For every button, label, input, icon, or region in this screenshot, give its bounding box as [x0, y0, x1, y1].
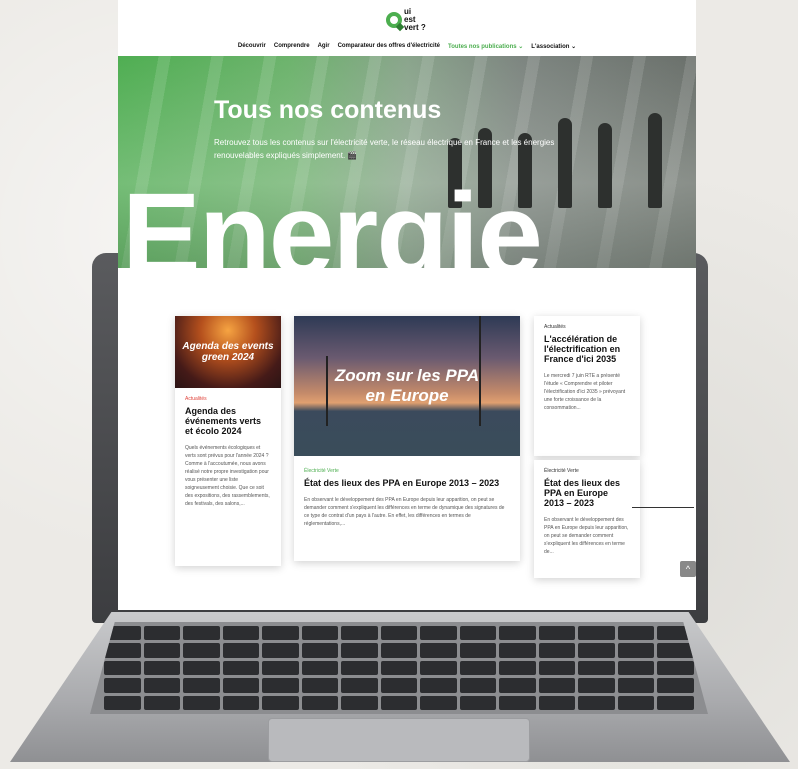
- article-card[interactable]: Actualités L'accélération de l'électrifi…: [534, 316, 640, 456]
- nav-item-association[interactable]: L'association ⌄: [531, 43, 576, 50]
- article-title[interactable]: Agenda des événements verts et écolo 202…: [185, 406, 271, 436]
- logo-text: ui est vert ?: [404, 8, 426, 32]
- site-header: ui est vert ? Découvrir Comprendre Agir …: [118, 0, 696, 56]
- logo-text-line-3: vert ?: [404, 23, 426, 32]
- article-title[interactable]: État des lieux des PPA en Europe 2013 – …: [304, 478, 510, 488]
- page-title: Tous nos contenus: [214, 96, 442, 124]
- laptop-trackpad: [268, 718, 530, 762]
- nav-item-comprendre[interactable]: Comprendre: [274, 43, 310, 50]
- article-thumbnail[interactable]: Agenda des events green 2024: [175, 316, 281, 388]
- main-nav: Découvrir Comprendre Agir Comparateur de…: [118, 43, 696, 50]
- website-screen: ui est vert ? Découvrir Comprendre Agir …: [118, 0, 696, 610]
- thumbnail-caption: Zoom sur les PPA en Europe: [334, 366, 480, 405]
- article-excerpt: Quels événements écologiques et verts so…: [185, 445, 270, 507]
- article-title[interactable]: État des lieux des PPA en Europe 2013 – …: [544, 478, 630, 508]
- site-logo[interactable]: ui est vert ?: [386, 8, 426, 32]
- article-thumbnail[interactable]: Zoom sur les PPA en Europe: [294, 316, 520, 456]
- pedestrian-figure: [598, 123, 612, 208]
- article-excerpt: En observant le développement des PPA en…: [544, 517, 629, 555]
- article-category[interactable]: Actualités: [185, 396, 271, 402]
- article-card[interactable]: Agenda des events green 2024 Actualités …: [175, 316, 281, 566]
- nav-item-comparateur[interactable]: Comparateur des offres d'électricité: [338, 43, 440, 50]
- article-card[interactable]: Zoom sur les PPA en Europe Électricité V…: [294, 316, 520, 561]
- nav-item-agir[interactable]: Agir: [318, 43, 330, 50]
- article-category[interactable]: Actualités: [544, 324, 630, 330]
- pedestrian-figure: [558, 118, 572, 208]
- article-title[interactable]: L'accélération de l'électrification en F…: [544, 334, 630, 364]
- pointer-line: [632, 507, 694, 508]
- article-excerpt: Le mercredi 7 juin RTE a présenté l'étud…: [544, 373, 626, 411]
- laptop-keyboard: [90, 622, 708, 714]
- article-card[interactable]: Électricité Verte État des lieux des PPA…: [534, 460, 640, 578]
- nav-item-publications[interactable]: Toutes nos publications ⌄: [448, 43, 523, 50]
- hero-subtitle: Retrouvez tous les contenus sur l'électr…: [214, 138, 555, 160]
- article-category[interactable]: Électricité Verte: [544, 468, 630, 474]
- logo-q-icon: [386, 12, 402, 28]
- article-category[interactable]: Électricité Verte: [304, 468, 510, 474]
- article-excerpt: En observant le développement des PPA en…: [304, 497, 505, 527]
- pedestrian-figure: [648, 113, 662, 208]
- nav-item-decouvrir[interactable]: Découvrir: [238, 43, 266, 50]
- hero-banner: Tous nos contenus Retrouvez tous les con…: [118, 56, 696, 268]
- scroll-to-top-button[interactable]: ^: [680, 561, 696, 577]
- hero-big-word: Energie: [122, 169, 543, 268]
